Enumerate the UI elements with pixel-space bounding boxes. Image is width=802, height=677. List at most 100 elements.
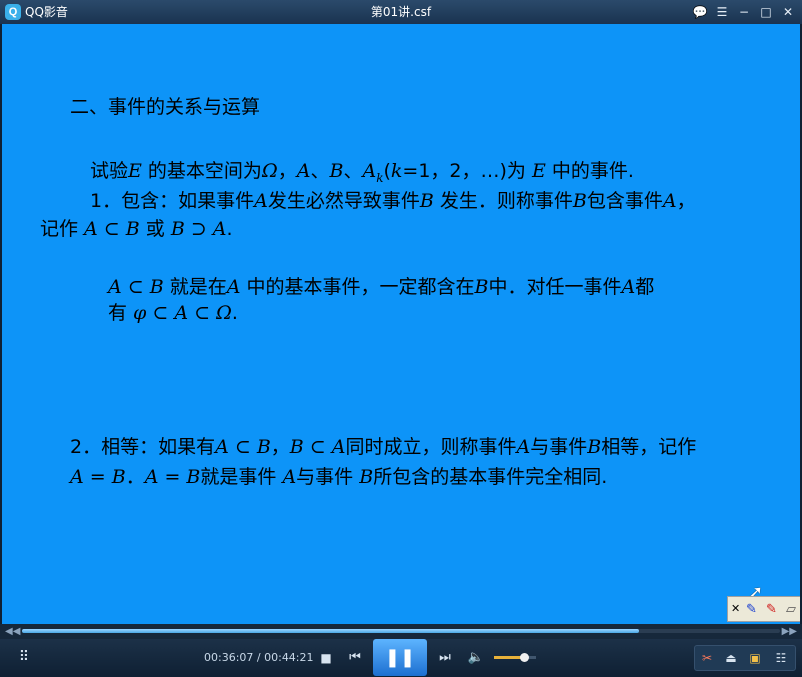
text: 所包含的基本事件完全相同. [373,466,608,488]
footprint-icon[interactable]: ⠿ [14,648,34,666]
stop-icon[interactable]: ■ [316,649,336,667]
text: 发生．则称事件 [433,190,573,212]
text: 都 [635,276,655,298]
slide-line-2: 1．包含：如果事件A发生必然导致事件B 发生．则称事件B包含事件A， [90,186,696,213]
slide-line-3: 记作 A ⊂ B 或 B ⊃ A. [40,214,233,241]
math: A [621,276,636,298]
text: 、 [310,160,330,182]
text: 与事件 [530,436,588,458]
time-display: 00:36:07 / 00:44:21 [204,651,314,665]
math: B [474,276,489,298]
screenshot-icon[interactable]: ▣ [745,649,765,667]
tools-icon[interactable]: ✂ [697,649,717,667]
text: 、 [343,160,363,182]
previous-icon[interactable]: ⏮ [344,649,366,667]
text: 就是事件 [200,466,283,488]
next-icon[interactable]: ⏭ [434,649,456,667]
text: . [226,218,233,240]
pause-button[interactable]: ❚❚ [373,639,427,676]
pen-toolbar: ✕ ✎ ✎ ▱ [727,596,800,622]
total-time: 00:44:21 [264,651,314,664]
playlist-icon[interactable]: ☰ [712,3,732,21]
math: A ⊂ B [84,218,140,240]
math: B [419,190,434,212]
volume-icon[interactable]: 🔈 [466,649,486,667]
math: E [531,160,546,182]
time-separator: / [253,651,265,664]
menu-icon[interactable]: ☷ [771,649,791,667]
math: A = B [70,466,126,488]
text: 就是在 [163,276,227,298]
slide-heading: 二、事件的关系与运算 [70,96,261,118]
math: A [254,190,268,212]
close-button[interactable]: ✕ [778,3,798,21]
math: A [282,466,297,488]
volume-knob[interactable] [520,653,530,662]
minimize-button[interactable]: − [734,3,754,21]
math: B [587,436,602,458]
text: ， [277,160,297,182]
window-title: 第01讲.csf [370,5,432,19]
math: A [662,190,677,212]
text: 记作 [40,218,85,240]
text: =1，2，…)为 [402,160,532,182]
math: φ ⊂ A ⊂ Ω [133,302,232,324]
text: 中．对任一事件 [488,276,622,298]
seek-bar[interactable]: ◀◀ ▶▶ [0,624,802,639]
math: A [296,160,311,182]
text: 发生必然导致事件 [267,190,420,212]
text: ( [383,160,391,182]
control-bar: ⠿ 00:36:07 / 00:44:21 ■ ⏮ ❚❚ ⏭ 🔈 ✂ ⏏ ▣ ☷ [0,639,802,677]
text: 同时成立，则称事件 [345,436,517,458]
slide-line-1: 试验E 的基本空间为Ω，A、B、Ak(k=1，2，…)为 E 中的事件. [90,156,634,185]
slide-line-4: A ⊂ B 就是在A 中的基本事件，一定都含在B中．对任一事件A都 [108,272,654,299]
text: 与事件 [296,466,360,488]
math: A ⊂ B [215,436,271,458]
text: 包含事件 [586,190,663,212]
volume-slider[interactable] [494,653,536,662]
chat-icon[interactable]: 💬 [690,3,710,21]
text: ． [125,466,145,488]
seek-progress [22,629,639,633]
text: . [231,302,238,324]
blue-pen-icon[interactable]: ✎ [746,600,757,618]
text: ， [270,436,290,458]
math: k [390,160,403,182]
math: A ⊂ B [108,276,164,298]
text: 或 [139,218,171,240]
seek-track[interactable] [22,629,780,633]
math: E [128,160,142,182]
text: 的基本空间为 [141,160,262,182]
text: 中的事件. [545,160,634,182]
title-bar: Q QQ影音 第01讲.csf 💬 ☰ − □ ✕ [0,0,802,24]
text: 2．相等：如果有 [70,436,216,458]
text: ， [676,190,696,212]
text: 中的基本事件，一定都含在 [240,276,475,298]
math: B [329,160,344,182]
math: Ω [261,160,278,182]
text: 试验 [90,160,129,182]
math: A [516,436,531,458]
math: A = B [144,466,201,488]
maximize-button[interactable]: □ [756,3,776,21]
text: 有 [108,302,134,324]
slide-line-5: 有 φ ⊂ A ⊂ Ω. [108,298,238,325]
current-time: 00:36:07 [204,651,254,664]
math: A [362,160,377,182]
text: 1．包含：如果事件 [90,190,255,212]
math: B ⊃ A [170,218,227,240]
pen-toolbar-close-icon[interactable]: ✕ [731,600,740,618]
right-tool-group: ✂ ⏏ ▣ ☷ [694,645,796,671]
math: B [359,466,374,488]
seek-back-icon[interactable]: ◀◀ [5,624,20,639]
math: A [226,276,241,298]
text: 相等，记作 [601,436,697,458]
math: B [572,190,587,212]
eject-icon[interactable]: ⏏ [721,649,741,667]
video-area[interactable]: 二、事件的关系与运算 试验E 的基本空间为Ω，A、B、Ak(k=1，2，…)为 … [2,24,800,624]
slide-line-7: A = B．A = B就是事件 A与事件 B所包含的基本事件完全相同. [70,462,607,489]
red-marker-icon[interactable]: ✎ [766,600,777,618]
eraser-icon[interactable]: ▱ [786,600,796,618]
seek-forward-icon[interactable]: ▶▶ [782,624,797,639]
math: B ⊂ A [289,436,346,458]
